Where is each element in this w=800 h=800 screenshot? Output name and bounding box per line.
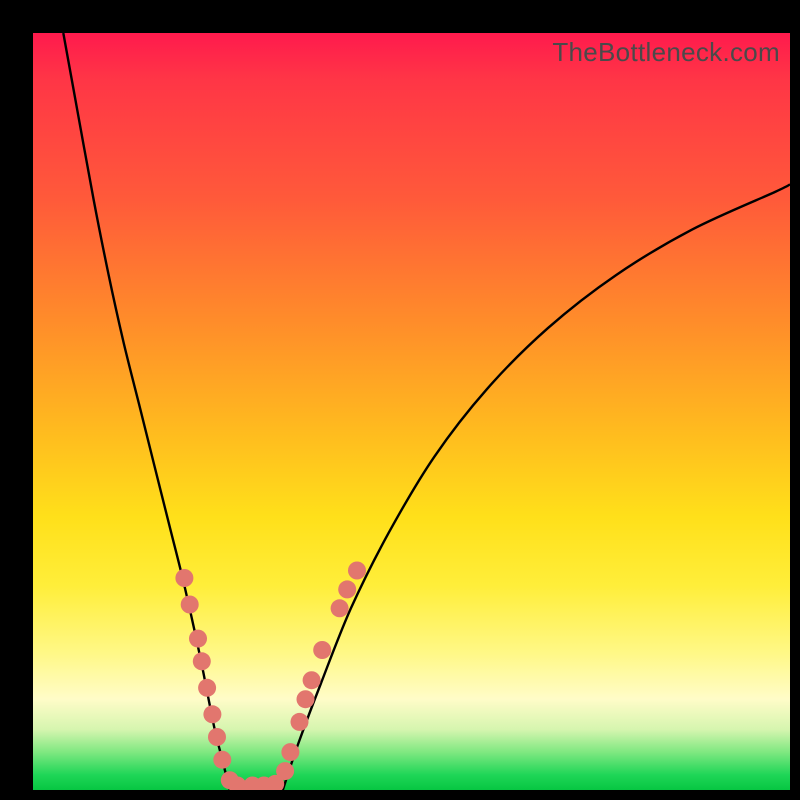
scatter-dot <box>313 641 331 659</box>
scatter-dot <box>281 743 299 761</box>
scatter-dot <box>193 652 211 670</box>
scatter-dot <box>303 671 321 689</box>
curve-right <box>283 184 790 790</box>
scatter-dot <box>208 728 226 746</box>
chart-svg <box>33 33 790 790</box>
scatter-dot <box>276 762 294 780</box>
chart-frame: TheBottleneck.com <box>0 0 800 800</box>
scatter-dot <box>203 705 221 723</box>
scatter-dot <box>198 679 216 697</box>
scatter-dot <box>175 569 193 587</box>
scatter-dot <box>189 630 207 648</box>
scatter-dot <box>181 596 199 614</box>
scatter-dot <box>348 562 366 580</box>
plot-area: TheBottleneck.com <box>33 33 790 790</box>
scatter-dot <box>297 690 315 708</box>
curve-group <box>63 33 790 790</box>
scatter-dot <box>338 580 356 598</box>
scatter-dot <box>291 713 309 731</box>
curve-left <box>63 33 230 790</box>
scatter-dot <box>331 599 349 617</box>
scatter-dot <box>213 751 231 769</box>
